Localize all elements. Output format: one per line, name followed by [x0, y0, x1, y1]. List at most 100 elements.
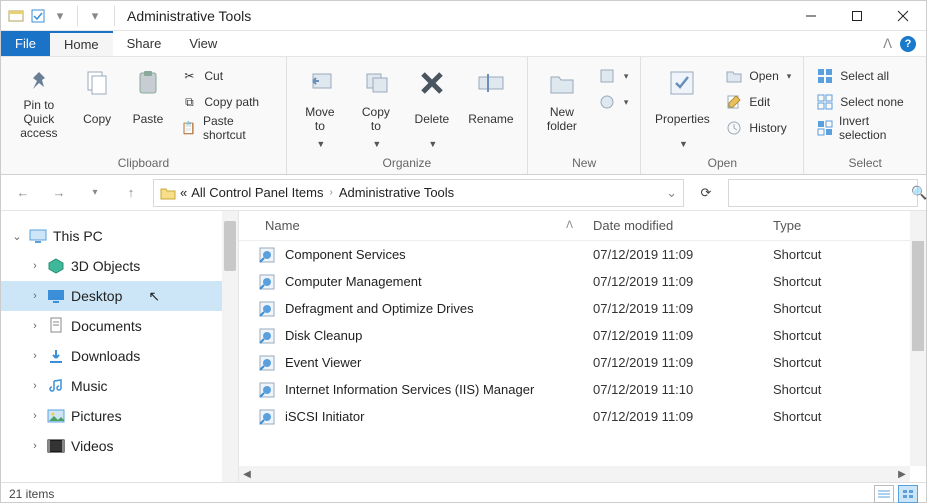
cube-icon — [47, 257, 65, 275]
edit-button[interactable]: Edit — [721, 91, 795, 113]
breadcrumb-parent[interactable]: All Control Panel Items — [191, 185, 323, 200]
move-to-button[interactable]: Move to▼ — [295, 61, 345, 149]
tree-item-label: Videos — [71, 438, 114, 454]
caret-right-icon[interactable]: › — [29, 380, 41, 392]
qat-overflow-icon[interactable]: ▾ — [86, 7, 104, 25]
tree-item-3d-objects[interactable]: › 3D Objects — [1, 251, 238, 281]
file-row[interactable]: Computer Management07/12/2019 11:09Short… — [239, 268, 926, 295]
tree-item-videos[interactable]: › Videos — [1, 431, 238, 461]
file-type: Shortcut — [773, 328, 926, 343]
copy-button[interactable]: Copy — [75, 61, 120, 135]
tree-item-pictures[interactable]: › Pictures — [1, 401, 238, 431]
column-date[interactable]: Date modified — [593, 218, 773, 233]
search-icon[interactable]: 🔍 — [911, 185, 927, 201]
column-name[interactable]: Name — [265, 218, 300, 233]
invert-selection-icon — [816, 119, 833, 137]
caret-right-icon[interactable]: › — [29, 260, 41, 272]
tree-scrollbar[interactable] — [222, 211, 238, 482]
collapse-ribbon-icon[interactable]: ᐱ — [883, 36, 892, 52]
shortcut-icon — [257, 380, 277, 400]
tree-item-label: Pictures — [71, 408, 122, 424]
tree-this-pc[interactable]: ⌄ This PC — [1, 221, 238, 251]
search-box[interactable]: 🔍 — [728, 179, 918, 207]
select-all-icon — [816, 67, 834, 85]
tree-item-label: 3D Objects — [71, 258, 140, 274]
paste-button[interactable]: Paste — [126, 61, 171, 135]
back-button[interactable]: ← — [9, 179, 37, 207]
details-view-button[interactable] — [874, 485, 894, 503]
help-icon[interactable]: ? — [900, 36, 916, 52]
up-button[interactable]: ↑ — [117, 179, 145, 207]
invert-selection-button[interactable]: Invert selection — [812, 117, 918, 139]
file-row[interactable]: iSCSI Initiator07/12/2019 11:09Shortcut — [239, 403, 926, 430]
list-vscrollbar[interactable] — [910, 211, 926, 466]
caret-right-icon[interactable]: › — [29, 410, 41, 422]
caret-right-icon[interactable]: › — [29, 320, 41, 332]
ribbon-group-organize: Move to▼ Copy to▼ Delete▼ Rename Organiz… — [287, 57, 528, 174]
paste-shortcut-button[interactable]: 📋Paste shortcut — [176, 117, 278, 139]
window-title: Administrative Tools — [119, 8, 251, 24]
tree-item-label: Documents — [71, 318, 142, 334]
breadcrumb[interactable]: « All Control Panel Items › Administrativ… — [153, 179, 684, 207]
list-hscrollbar[interactable]: ◀▶ — [239, 466, 910, 482]
breadcrumb-overflow[interactable]: « — [180, 185, 187, 200]
open-button[interactable]: Open▾ — [721, 65, 795, 87]
refresh-button[interactable]: ⟳ — [692, 179, 720, 207]
ribbon-group-open: Properties▼ Open▾ Edit History Open — [641, 57, 804, 174]
caret-right-icon[interactable]: › — [29, 350, 41, 362]
column-headers[interactable]: Nameᐱ Date modified Type — [239, 211, 926, 241]
search-input[interactable] — [735, 185, 911, 200]
breadcrumb-current[interactable]: Administrative Tools — [339, 185, 454, 200]
paste-icon — [130, 65, 166, 101]
file-row[interactable]: Defragment and Optimize Drives07/12/2019… — [239, 295, 926, 322]
column-type[interactable]: Type — [773, 218, 926, 233]
close-button[interactable] — [880, 1, 926, 31]
caret-right-icon[interactable]: › — [29, 440, 41, 452]
file-row[interactable]: Disk Cleanup07/12/2019 11:09Shortcut — [239, 322, 926, 349]
open-icon — [725, 67, 743, 85]
scissors-icon: ✂ — [180, 67, 198, 85]
copy-path-button[interactable]: ⧉Copy path — [176, 91, 278, 113]
new-folder-button[interactable]: New folder — [536, 61, 588, 135]
file-name: iSCSI Initiator — [285, 409, 593, 424]
qat-dropdown-icon[interactable]: ▾ — [51, 7, 69, 25]
select-all-button[interactable]: Select all — [812, 65, 918, 87]
tab-view[interactable]: View — [175, 31, 231, 56]
tree-item-documents[interactable]: › Documents — [1, 311, 238, 341]
file-date: 07/12/2019 11:09 — [593, 247, 773, 262]
large-icons-view-button[interactable] — [898, 485, 918, 503]
file-name: Computer Management — [285, 274, 593, 289]
pin-to-quick-access-button[interactable]: Pin to Quick access — [9, 61, 69, 135]
file-row[interactable]: Component Services07/12/2019 11:09Shortc… — [239, 241, 926, 268]
maximize-button[interactable] — [834, 1, 880, 31]
tab-file[interactable]: File — [1, 31, 50, 56]
caret-right-icon[interactable]: › — [29, 290, 41, 302]
caret-down-icon[interactable]: ⌄ — [11, 230, 23, 243]
select-none-button[interactable]: Select none — [812, 91, 918, 113]
easy-access-button[interactable]: ▾ — [594, 91, 633, 113]
breadcrumb-dropdown-icon[interactable]: ⌄ — [666, 185, 677, 201]
group-label-new: New — [536, 154, 633, 174]
file-row[interactable]: Internet Information Services (IIS) Mana… — [239, 376, 926, 403]
tree-item-downloads[interactable]: ›Downloads — [1, 341, 238, 371]
tab-share[interactable]: Share — [113, 31, 176, 56]
qat-properties-icon[interactable] — [29, 7, 47, 25]
cut-button[interactable]: ✂Cut — [176, 65, 278, 87]
shortcut-icon — [257, 326, 277, 346]
history-button[interactable]: History — [721, 117, 795, 139]
forward-button[interactable]: → — [45, 179, 73, 207]
file-date: 07/12/2019 11:09 — [593, 274, 773, 289]
group-label-clipboard: Clipboard — [9, 154, 278, 174]
properties-button[interactable]: Properties▼ — [649, 61, 715, 149]
recent-locations-button[interactable]: ▾ — [81, 179, 109, 207]
rename-button[interactable]: Rename — [463, 61, 519, 135]
new-item-button[interactable]: ▾ — [594, 65, 633, 87]
minimize-button[interactable] — [788, 1, 834, 31]
file-row[interactable]: Event Viewer07/12/2019 11:09Shortcut — [239, 349, 926, 376]
delete-button[interactable]: Delete▼ — [407, 61, 457, 149]
tree-item-desktop[interactable]: ›Desktop↖ — [1, 281, 238, 311]
tree-item-music[interactable]: ›Music — [1, 371, 238, 401]
copy-to-button[interactable]: Copy to▼ — [351, 61, 401, 149]
tab-home[interactable]: Home — [50, 31, 113, 56]
chevron-right-icon[interactable]: › — [327, 187, 334, 198]
